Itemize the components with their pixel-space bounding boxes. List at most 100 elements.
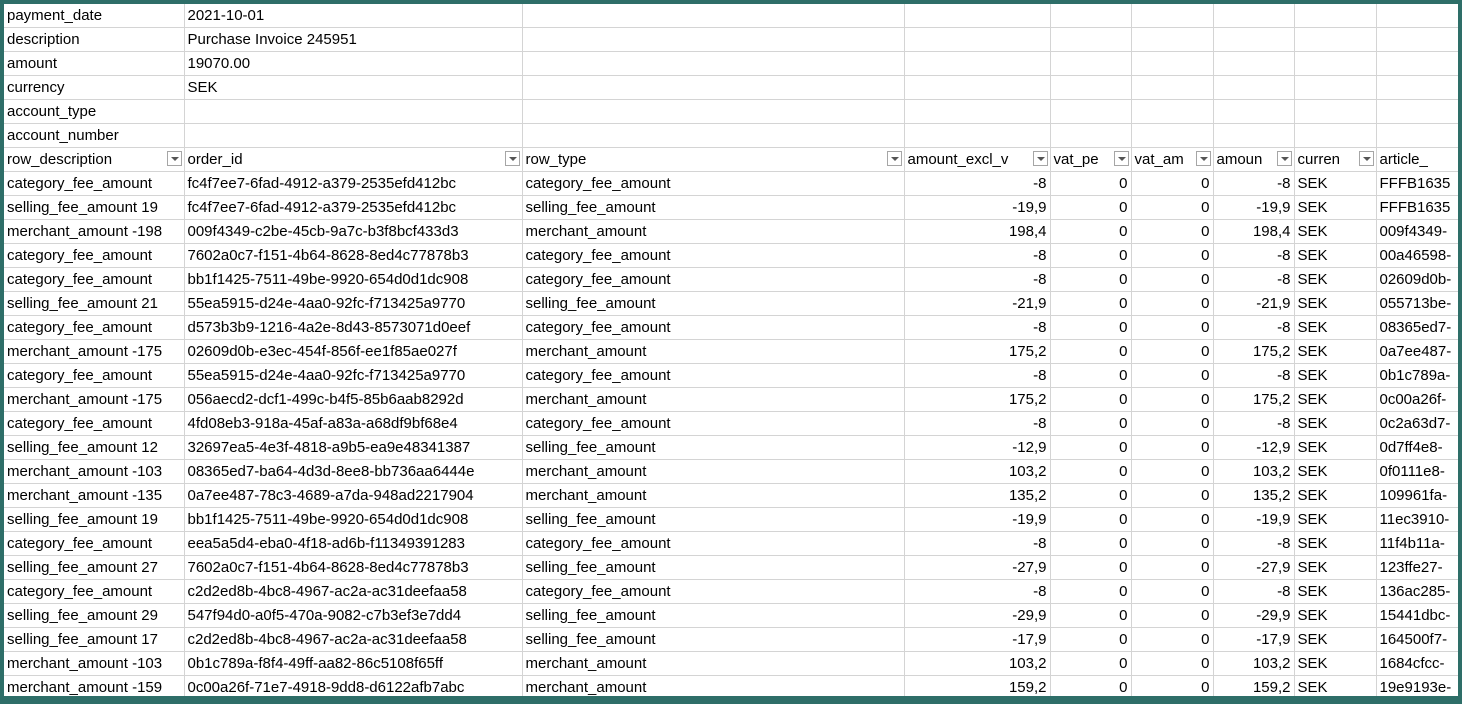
table-cell[interactable]: 164500f7-	[1376, 627, 1458, 652]
table-cell[interactable]: 0	[1131, 171, 1214, 196]
empty-cell[interactable]	[904, 51, 1051, 76]
table-cell[interactable]: merchant_amount -175	[4, 387, 185, 412]
table-cell[interactable]: 0	[1050, 675, 1132, 696]
table-cell[interactable]: -8	[1213, 267, 1295, 292]
table-cell[interactable]: eea5a5d4-eba0-4f18-ad6b-f11349391283	[184, 531, 523, 556]
meta-value-cell[interactable]: 2021-10-01	[184, 4, 523, 28]
table-cell[interactable]: 103,2	[904, 651, 1051, 676]
table-cell[interactable]: SEK	[1294, 459, 1377, 484]
table-cell[interactable]: -8	[904, 267, 1051, 292]
empty-cell[interactable]	[1376, 99, 1458, 124]
table-cell[interactable]: 0	[1050, 651, 1132, 676]
empty-cell[interactable]	[1050, 75, 1132, 100]
empty-cell[interactable]	[1294, 51, 1377, 76]
table-cell[interactable]: 009f4349-c2be-45cb-9a7c-b3f8bcf433d3	[184, 219, 523, 244]
table-cell[interactable]: 0	[1131, 267, 1214, 292]
filter-dropdown-icon[interactable]	[1113, 151, 1129, 166]
table-cell[interactable]: 0	[1131, 291, 1214, 316]
table-cell[interactable]: SEK	[1294, 363, 1377, 388]
meta-label-cell[interactable]: amount	[4, 51, 185, 76]
table-cell[interactable]: 0	[1131, 219, 1214, 244]
table-cell[interactable]: 0	[1131, 531, 1214, 556]
table-cell[interactable]: 055713be-	[1376, 291, 1458, 316]
table-cell[interactable]: 0	[1050, 555, 1132, 580]
table-cell[interactable]: merchant_amount -198	[4, 219, 185, 244]
table-cell[interactable]: 0	[1131, 243, 1214, 268]
empty-cell[interactable]	[522, 51, 905, 76]
table-cell[interactable]: 103,2	[904, 459, 1051, 484]
table-cell[interactable]: -29,9	[904, 603, 1051, 628]
empty-cell[interactable]	[904, 75, 1051, 100]
table-cell[interactable]: 0	[1050, 459, 1132, 484]
column-header[interactable]: vat_pe	[1050, 147, 1132, 172]
table-cell[interactable]: 0	[1050, 435, 1132, 460]
table-cell[interactable]: 0b1c789a-f8f4-49ff-aa82-86c5108f65ff	[184, 651, 523, 676]
table-cell[interactable]: 175,2	[1213, 339, 1295, 364]
empty-cell[interactable]	[904, 27, 1051, 52]
table-cell[interactable]: category_fee_amount	[522, 531, 905, 556]
table-cell[interactable]: SEK	[1294, 315, 1377, 340]
table-cell[interactable]: 0	[1050, 267, 1132, 292]
table-cell[interactable]: -8	[1213, 243, 1295, 268]
table-cell[interactable]: category_fee_amount	[522, 171, 905, 196]
meta-label-cell[interactable]: account_type	[4, 99, 185, 124]
table-cell[interactable]: selling_fee_amount 12	[4, 435, 185, 460]
table-cell[interactable]: selling_fee_amount	[522, 507, 905, 532]
empty-cell[interactable]	[1294, 75, 1377, 100]
table-cell[interactable]: 0	[1131, 339, 1214, 364]
meta-label-cell[interactable]: description	[4, 27, 185, 52]
meta-value-cell[interactable]	[184, 123, 523, 148]
meta-label-cell[interactable]: currency	[4, 75, 185, 100]
table-cell[interactable]: 32697ea5-4e3f-4818-a9b5-ea9e48341387	[184, 435, 523, 460]
table-cell[interactable]: category_fee_amount	[522, 363, 905, 388]
empty-cell[interactable]	[1213, 51, 1295, 76]
table-cell[interactable]: category_fee_amount	[522, 579, 905, 604]
empty-cell[interactable]	[1050, 27, 1132, 52]
table-cell[interactable]: merchant_amount	[522, 387, 905, 412]
table-cell[interactable]: category_fee_amount	[4, 171, 185, 196]
empty-cell[interactable]	[1131, 51, 1214, 76]
table-cell[interactable]: SEK	[1294, 507, 1377, 532]
table-cell[interactable]: selling_fee_amount	[522, 603, 905, 628]
table-cell[interactable]: 0c00a26f-71e7-4918-9dd8-d6122afb7abc	[184, 675, 523, 696]
table-cell[interactable]: 109961fa-	[1376, 483, 1458, 508]
empty-cell[interactable]	[1131, 123, 1214, 148]
table-cell[interactable]: 11ec3910-	[1376, 507, 1458, 532]
empty-cell[interactable]	[904, 99, 1051, 124]
empty-cell[interactable]	[1213, 27, 1295, 52]
empty-cell[interactable]	[1294, 27, 1377, 52]
table-cell[interactable]: 123ffe27-	[1376, 555, 1458, 580]
filter-dropdown-icon[interactable]	[1195, 151, 1211, 166]
empty-cell[interactable]	[522, 99, 905, 124]
table-cell[interactable]: 0c00a26f-	[1376, 387, 1458, 412]
table-cell[interactable]: selling_fee_amount 17	[4, 627, 185, 652]
table-cell[interactable]: 0	[1050, 531, 1132, 556]
empty-cell[interactable]	[1376, 51, 1458, 76]
meta-label-cell[interactable]: account_number	[4, 123, 185, 148]
table-cell[interactable]: selling_fee_amount 19	[4, 507, 185, 532]
table-cell[interactable]: 0	[1131, 459, 1214, 484]
table-cell[interactable]: merchant_amount -103	[4, 651, 185, 676]
table-cell[interactable]: bb1f1425-7511-49be-9920-654d0d1dc908	[184, 267, 523, 292]
empty-cell[interactable]	[1294, 4, 1377, 28]
empty-cell[interactable]	[1376, 4, 1458, 28]
table-cell[interactable]: -8	[904, 531, 1051, 556]
table-cell[interactable]: 0	[1050, 603, 1132, 628]
empty-cell[interactable]	[1294, 123, 1377, 148]
empty-cell[interactable]	[1131, 27, 1214, 52]
table-cell[interactable]: category_fee_amount	[4, 363, 185, 388]
meta-label-cell[interactable]: payment_date	[4, 4, 185, 28]
table-cell[interactable]: 0	[1131, 195, 1214, 220]
table-cell[interactable]: -17,9	[904, 627, 1051, 652]
table-cell[interactable]: -19,9	[904, 195, 1051, 220]
empty-cell[interactable]	[1050, 123, 1132, 148]
empty-cell[interactable]	[1131, 99, 1214, 124]
table-cell[interactable]: 0	[1050, 363, 1132, 388]
filter-dropdown-icon[interactable]	[504, 151, 520, 166]
table-cell[interactable]: merchant_amount	[522, 219, 905, 244]
table-cell[interactable]: 0a7ee487-78c3-4689-a7da-948ad2217904	[184, 483, 523, 508]
table-cell[interactable]: selling_fee_amount 19	[4, 195, 185, 220]
table-cell[interactable]: fc4f7ee7-6fad-4912-a379-2535efd412bc	[184, 171, 523, 196]
empty-cell[interactable]	[1294, 99, 1377, 124]
table-cell[interactable]: SEK	[1294, 651, 1377, 676]
